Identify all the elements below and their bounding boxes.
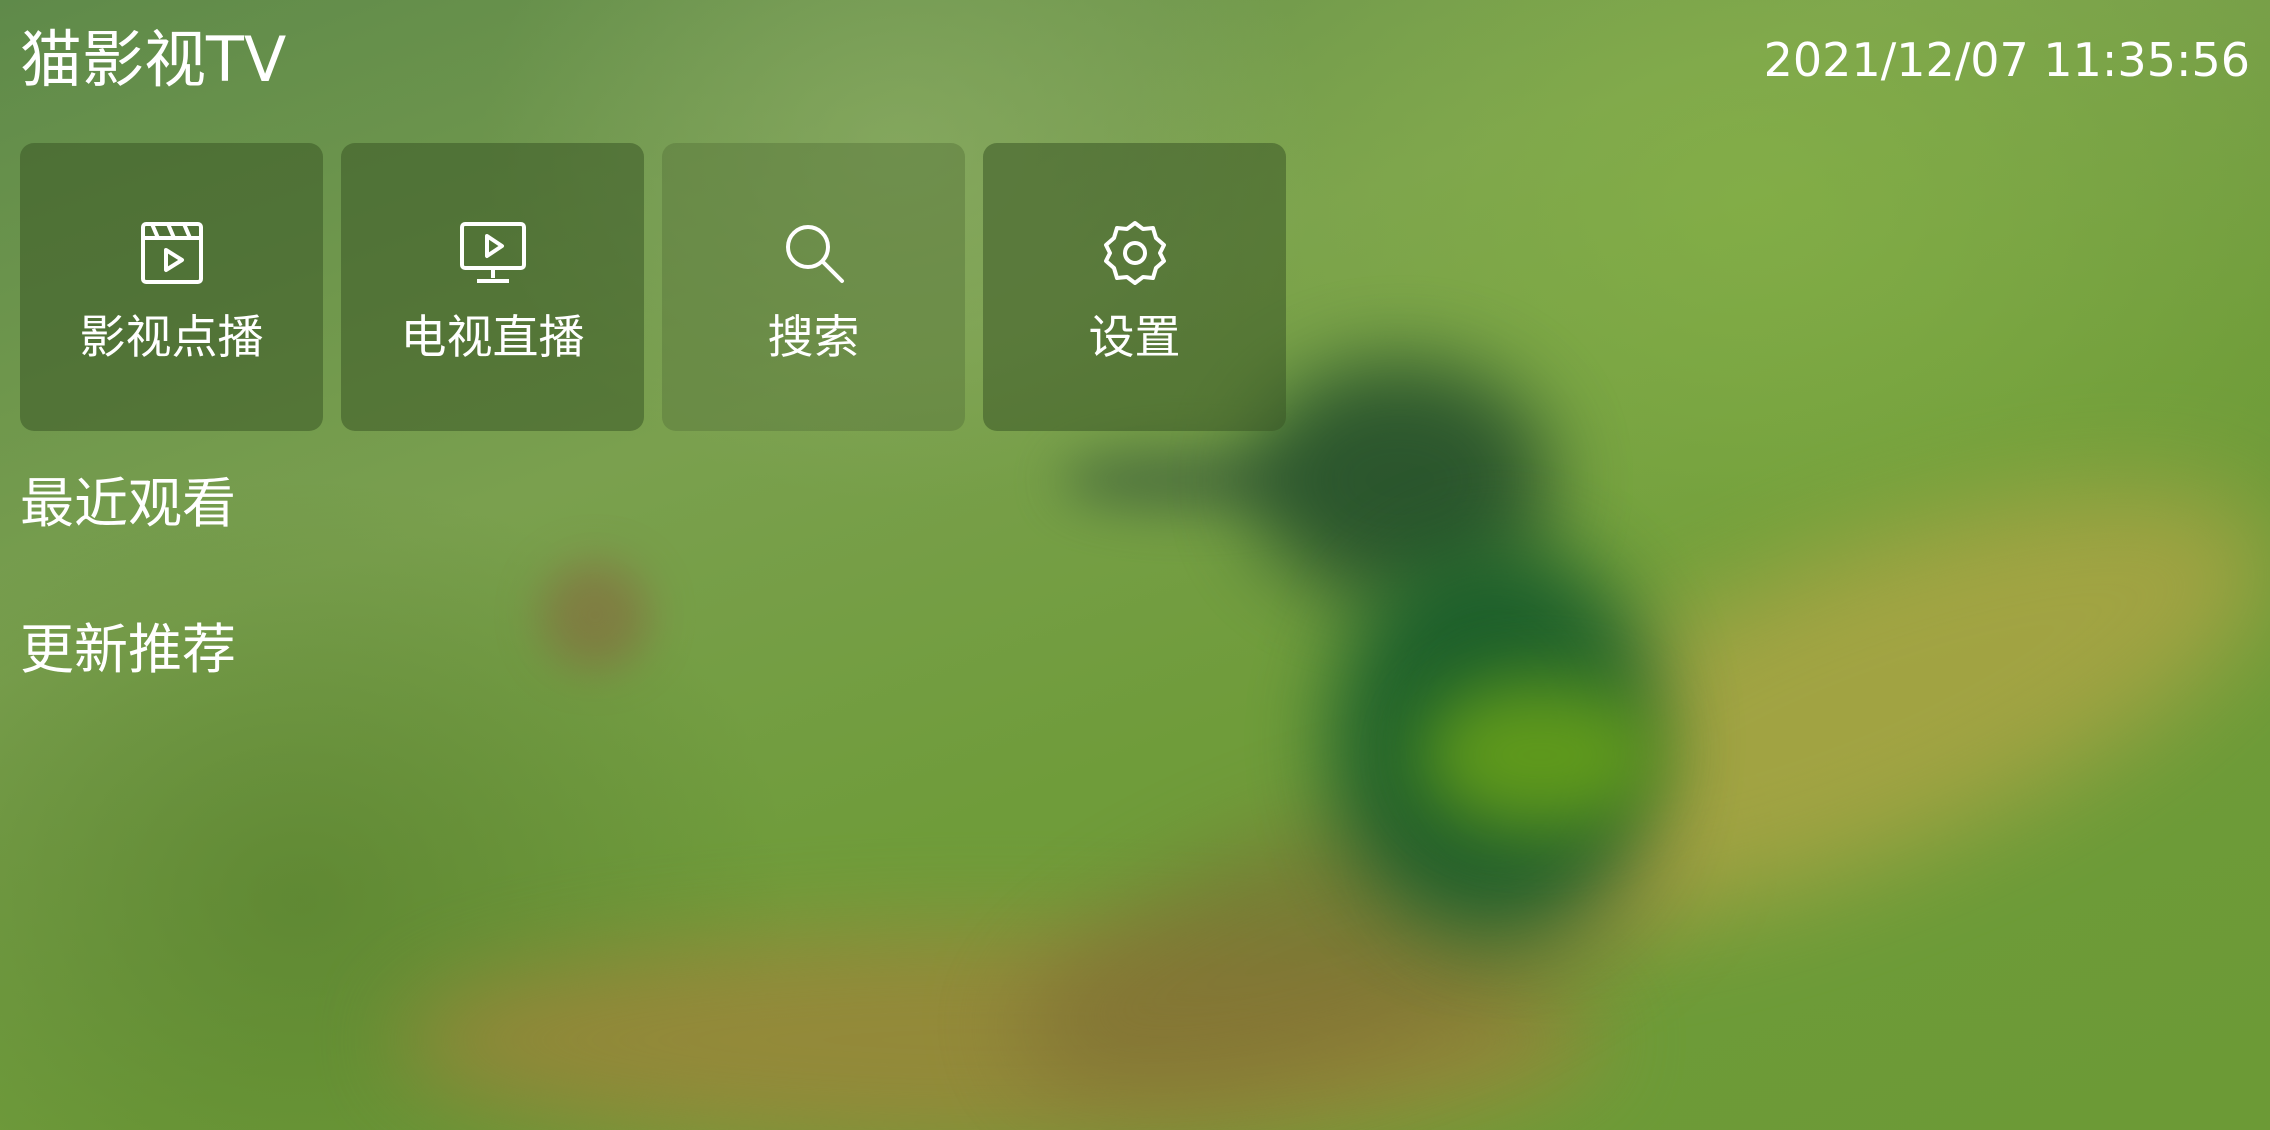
gear-icon: [1101, 219, 1169, 287]
background-bird-belly: [1420, 680, 1660, 830]
search-icon: [780, 219, 848, 287]
app-title: 猫影视TV: [20, 23, 287, 96]
datetime-clock: 2021/12/07 11:35:56: [1763, 33, 2250, 87]
menu-item-search[interactable]: 搜索: [662, 143, 965, 431]
section-title-recommended-updates: 更新推荐: [20, 618, 236, 681]
monitor-play-icon: [459, 219, 527, 287]
menu-item-live-tv[interactable]: 电视直播: [341, 143, 644, 431]
section-title-recently-watched: 最近观看: [20, 472, 236, 535]
menu-item-vod[interactable]: 影视点播: [20, 143, 323, 431]
menu-item-label: 设置: [1088, 310, 1181, 364]
menu-item-label: 电视直播: [400, 310, 585, 364]
menu-item-label: 搜索: [767, 310, 860, 364]
background-spot: [540, 560, 650, 670]
clapperboard-play-icon: [138, 219, 206, 287]
menu-item-label: 影视点播: [79, 310, 264, 364]
main-menu: 影视点播 电视直播 搜索 设置: [20, 143, 1286, 431]
menu-item-settings[interactable]: 设置: [983, 143, 1286, 431]
